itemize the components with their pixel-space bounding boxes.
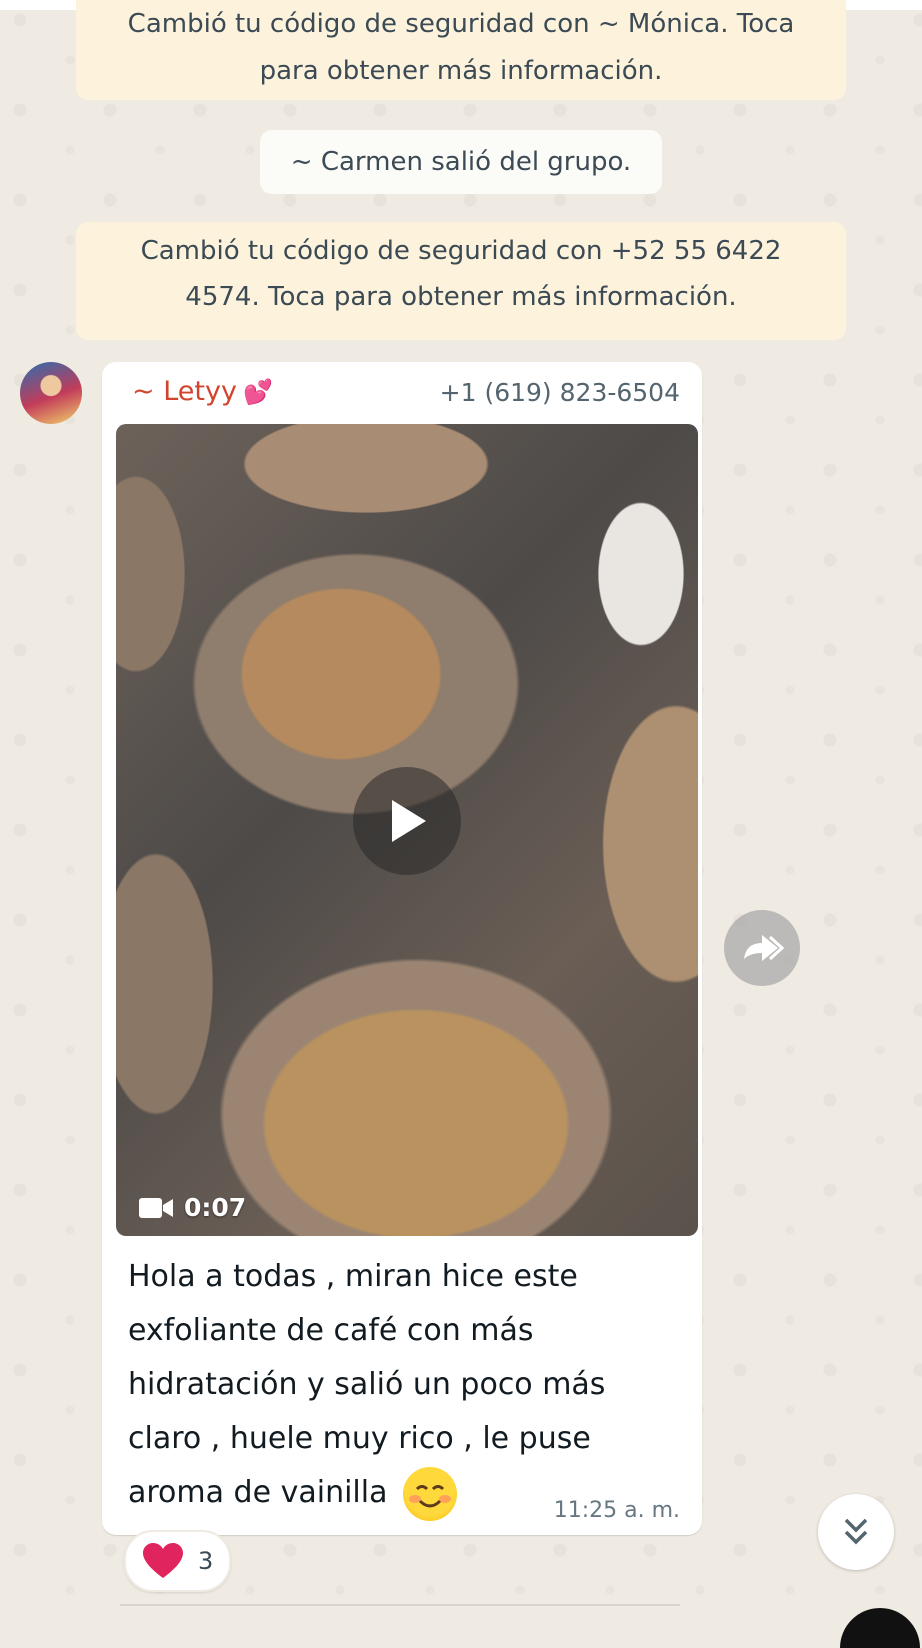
- double-chevron-down-icon: [844, 1518, 868, 1545]
- forward-icon: [744, 935, 784, 961]
- floating-action-edge[interactable]: [840, 1608, 920, 1648]
- message-bubble[interactable]: ~ Letyy 💕 +1 (619) 823-6504 0:07 Hola a t…: [102, 362, 702, 1535]
- play-button[interactable]: [353, 767, 461, 875]
- message-caption: Hola a todas , miran hice este exfoliant…: [128, 1250, 658, 1521]
- sender-name: ~ Letyy: [132, 376, 237, 407]
- system-message-security-code-monica[interactable]: Cambió tu código de seguridad con ~ Móni…: [76, 0, 846, 100]
- smiling-face-emoji: [403, 1466, 458, 1521]
- sender-avatar[interactable]: [20, 362, 82, 424]
- heart-icon: [143, 1543, 183, 1578]
- video-thumbnail[interactable]: 0:07: [116, 424, 698, 1236]
- reaction-count: 3: [198, 1547, 214, 1575]
- play-icon: [392, 800, 426, 842]
- system-message-line: Cambió tu código de seguridad con +52 55…: [140, 236, 782, 266]
- sender-phone[interactable]: +1 (619) 823-6504: [440, 378, 680, 407]
- divider: [120, 1604, 680, 1606]
- message-time: 11:25 a. m.: [553, 1498, 680, 1523]
- reaction-badge[interactable]: 3: [124, 1530, 232, 1592]
- scroll-to-bottom-button[interactable]: [818, 1494, 894, 1570]
- system-message-member-left: ~ Carmen salió del grupo.: [260, 130, 662, 194]
- caption-text: Hola a todas , miran hice este exfoliant…: [128, 1259, 606, 1510]
- system-message-line: Cambió tu código de seguridad con ~ Móni…: [127, 9, 795, 39]
- video-camera-icon: [139, 1197, 173, 1218]
- system-message-security-code-number[interactable]: Cambió tu código de seguridad con +52 55…: [76, 222, 846, 340]
- sparkling-hearts-emoji: 💕: [242, 378, 273, 406]
- sender-name-row[interactable]: ~ Letyy 💕: [132, 376, 273, 407]
- system-message-line: para obtener más información.: [259, 56, 663, 86]
- forward-button[interactable]: [724, 910, 800, 986]
- video-duration-badge: 0:07: [138, 1193, 246, 1222]
- system-message-text: ~ Carmen salió del grupo.: [290, 147, 632, 177]
- system-message-line: 4574. Toca para obtener más información.: [185, 282, 737, 312]
- video-duration: 0:07: [184, 1193, 247, 1222]
